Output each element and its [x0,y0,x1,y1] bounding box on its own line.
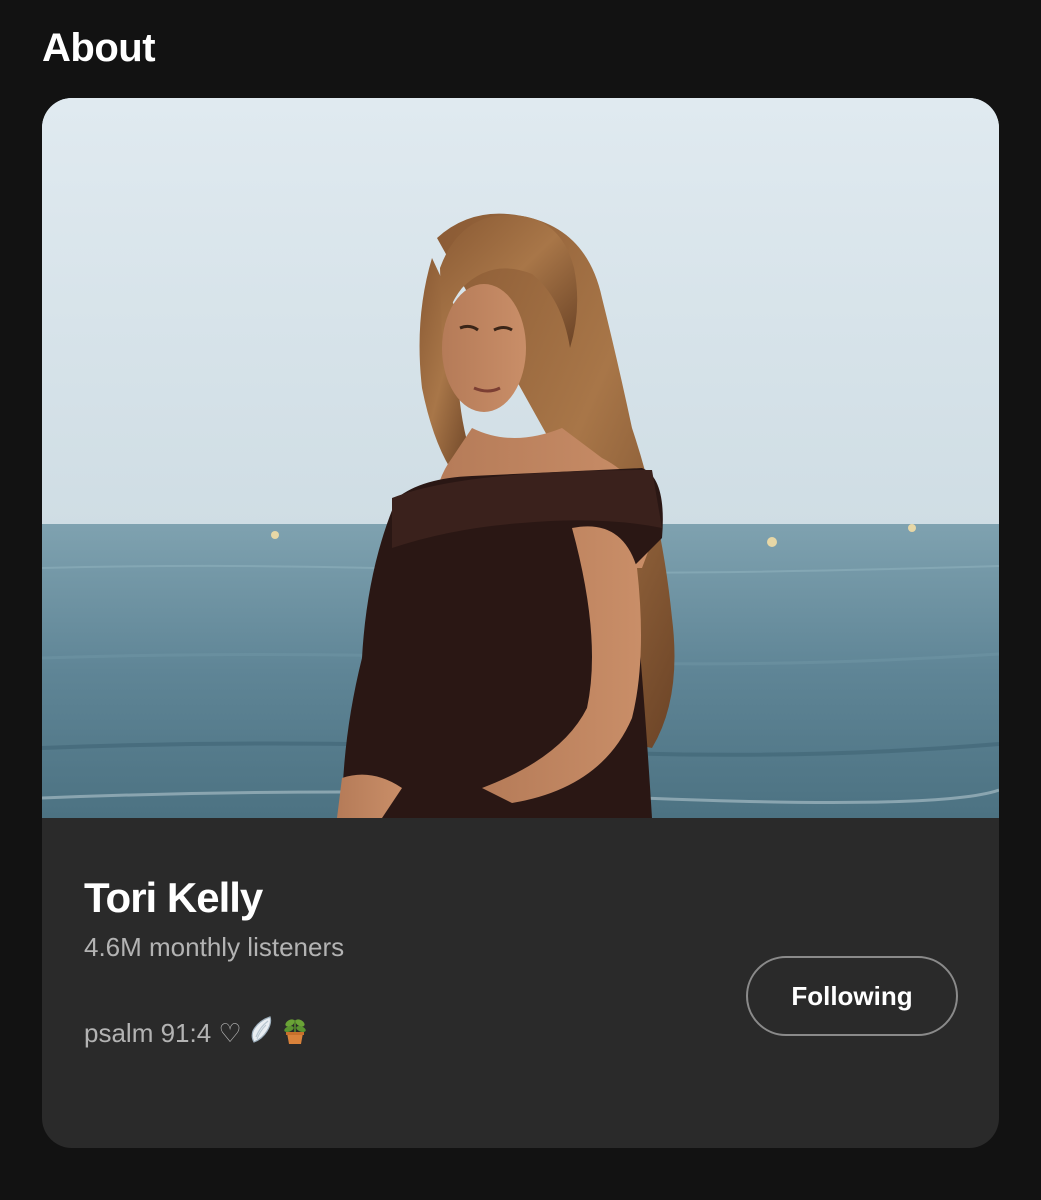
potted-plant-icon [280,1014,310,1053]
artist-info: Tori Kelly 4.6M monthly listeners Follow… [42,818,999,1148]
monthly-listeners: 4.6M monthly listeners [84,932,345,962]
artist-bio[interactable]: psalm 91:4 ♡ [84,1014,310,1053]
wing-icon [248,1015,274,1052]
bio-text: psalm 91:4 ♡ [84,1018,242,1048]
about-card[interactable]: Tori Kelly 4.6M monthly listeners Follow… [42,98,999,1148]
artist-photo[interactable] [42,98,999,818]
about-page: About Tori Kelly 4.6M monthly listeners … [0,0,1041,1200]
following-button[interactable]: Following [746,956,958,1036]
artist-photo-illustration [42,98,999,818]
artist-name[interactable]: Tori Kelly [84,874,263,922]
section-title: About [42,26,156,70]
